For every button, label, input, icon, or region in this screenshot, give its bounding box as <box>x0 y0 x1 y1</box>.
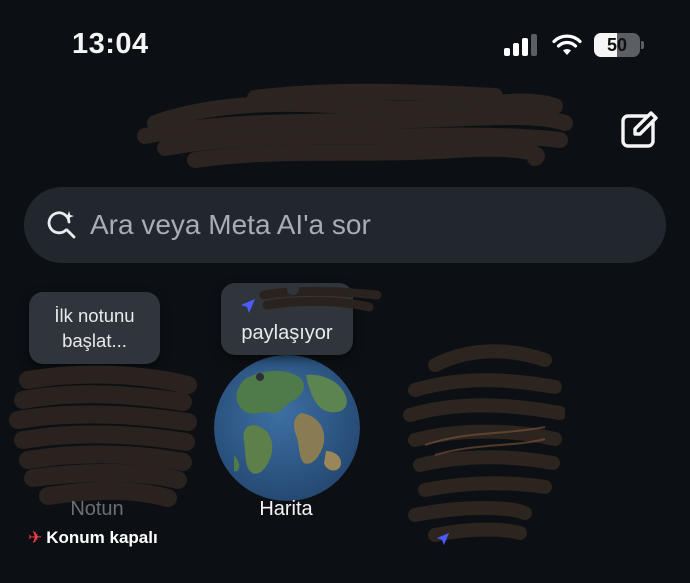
search-placeholder: Ara veya Meta AI'a sor <box>90 209 371 240</box>
location-arrow-icon <box>241 299 255 313</box>
story-label-map: Harita <box>259 498 313 520</box>
redacted-name <box>259 286 382 312</box>
battery-icon: 50 <box>594 33 644 57</box>
map-globe[interactable] <box>214 355 360 501</box>
redacted-header-title <box>137 83 573 168</box>
meta-ai-search-icon <box>47 211 76 239</box>
location-off-status: ✈ Konum kapalı <box>28 528 158 548</box>
cellular-signal-icon <box>504 34 540 56</box>
status-bar: 13:04 50 <box>0 0 690 90</box>
redacted-avatar <box>9 365 197 507</box>
sharing-bubble[interactable]: paylaşıyor <box>221 283 382 355</box>
location-off-label: Konum kapalı <box>46 528 158 547</box>
story-label-your-note: Notun <box>70 498 124 520</box>
battery-level: 50 <box>606 35 628 55</box>
note-bubble[interactable]: İlk notunu başlat... <box>29 292 160 364</box>
globe-icon <box>214 355 360 501</box>
redacted-friend-avatar <box>403 344 565 542</box>
compose-icon[interactable] <box>618 107 662 151</box>
location-arrow-icon <box>436 532 450 546</box>
sharing-status-label: paylaşıyor <box>241 322 333 344</box>
status-time: 13:04 <box>72 28 149 60</box>
wifi-icon <box>552 34 582 55</box>
location-off-icon: ✈ <box>28 528 43 547</box>
search-bar[interactable]: Ara veya Meta AI'a sor <box>24 187 666 263</box>
